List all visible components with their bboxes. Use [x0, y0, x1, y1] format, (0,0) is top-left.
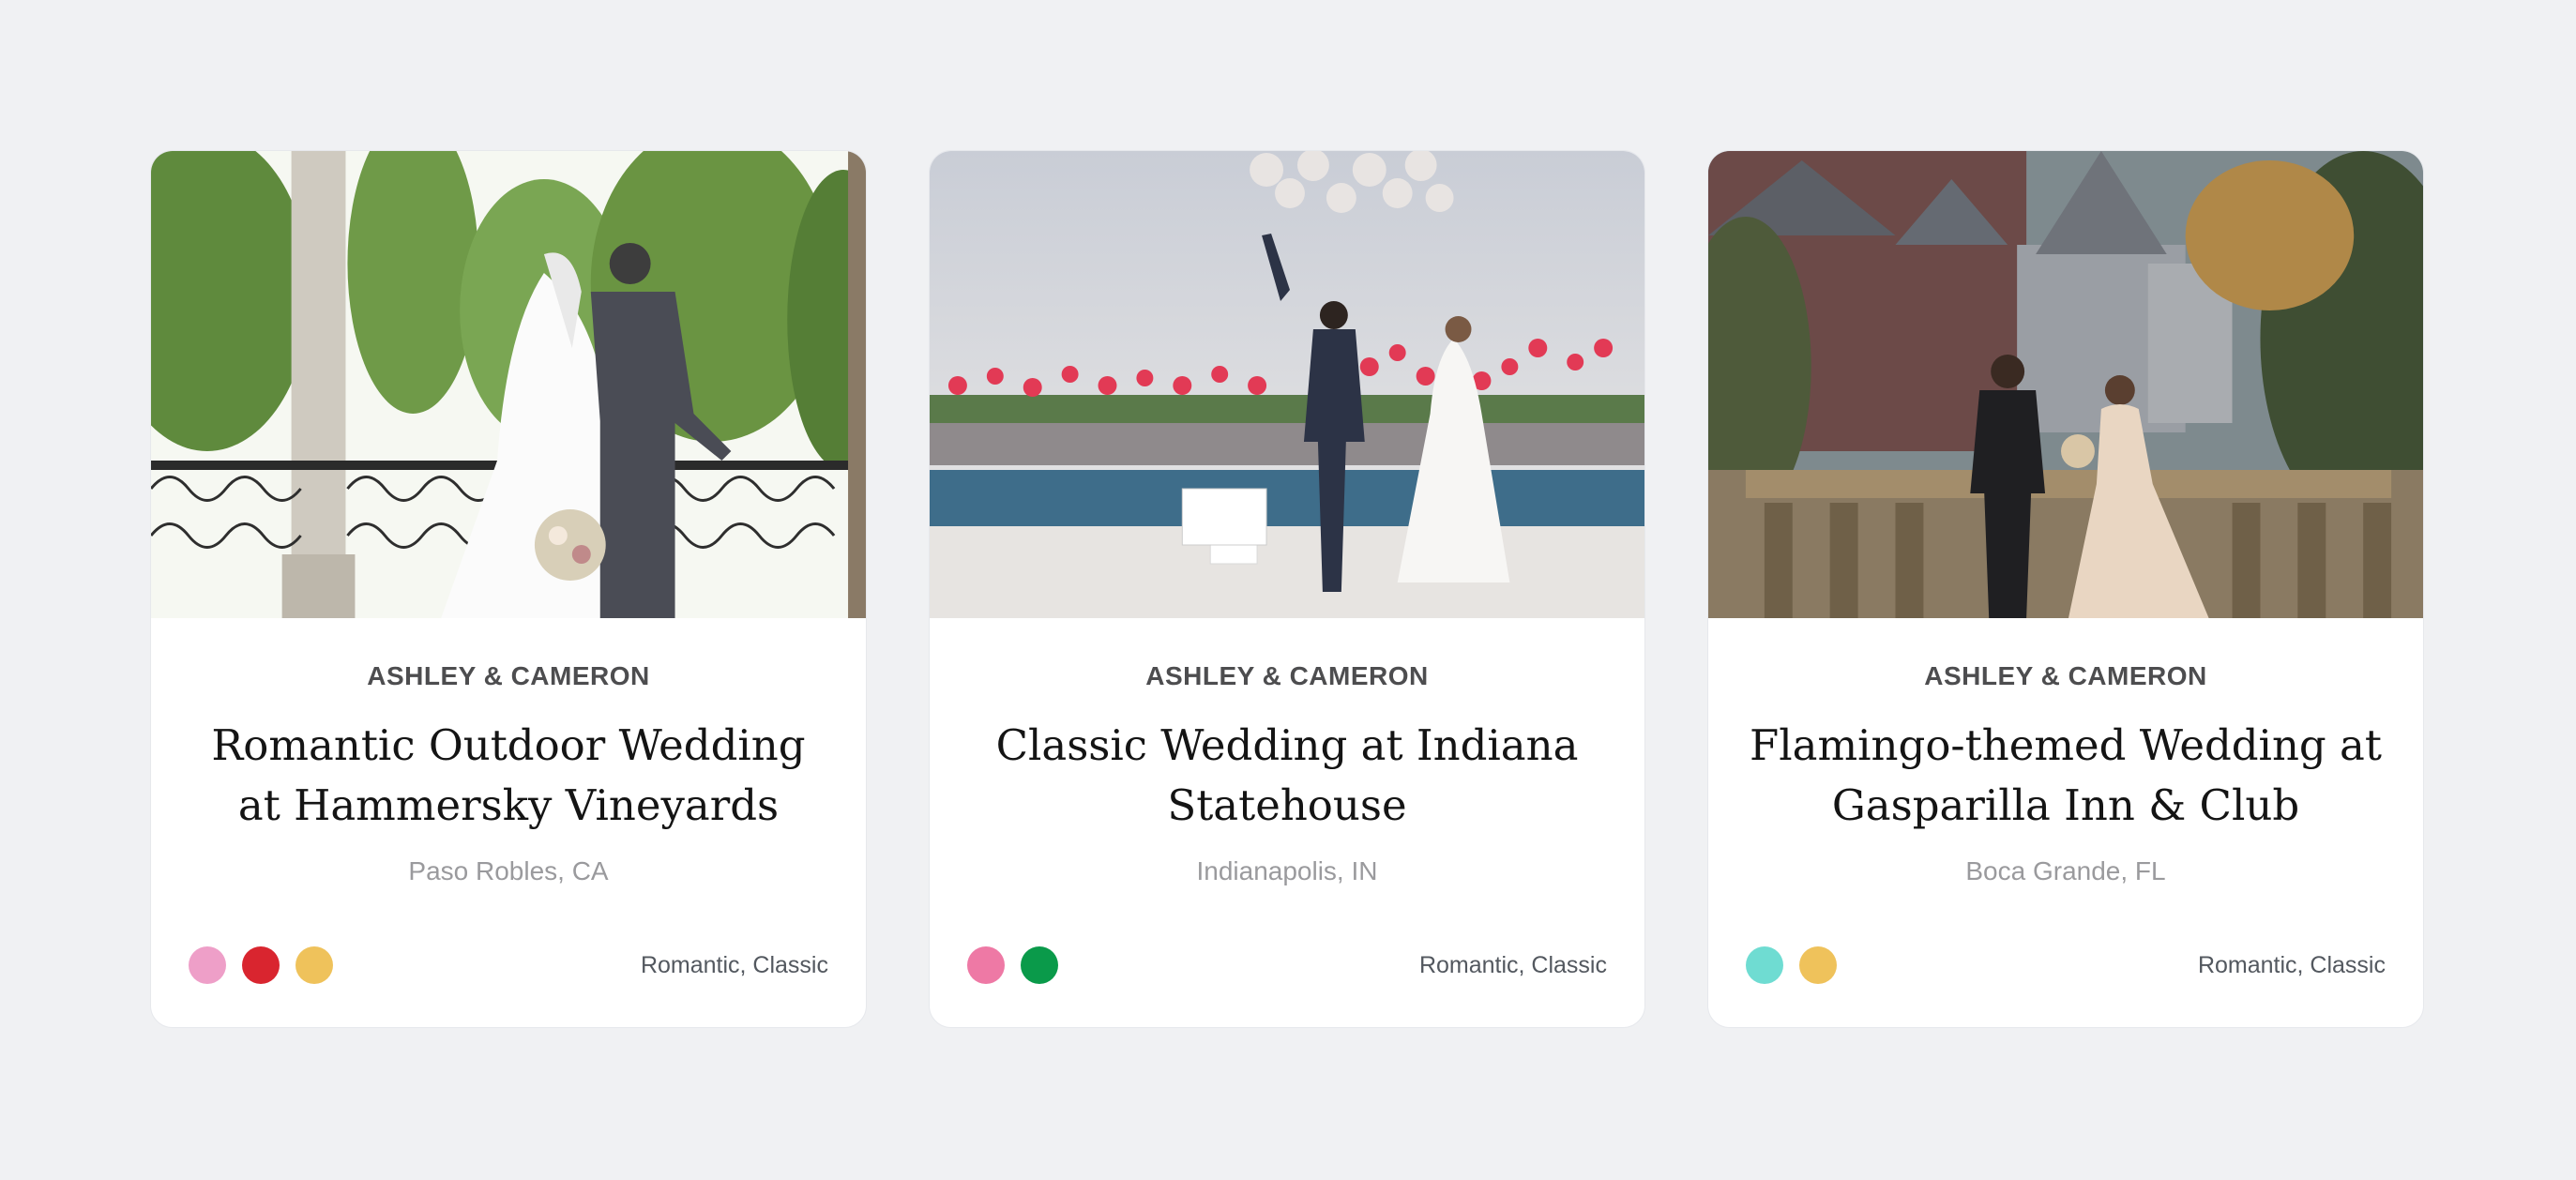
poolside-balloons-photo — [930, 151, 1644, 618]
card-footer: Romantic, Classic — [967, 946, 1607, 984]
style-tags: Romantic, Classic — [640, 951, 828, 978]
wedding-card[interactable]: ASHLEY & CAMERON Flamingo-themed Wedding… — [1707, 150, 2424, 1028]
couple-name: ASHLEY & CAMERON — [1145, 661, 1429, 690]
wedding-location: Paso Robles, CA — [408, 856, 609, 885]
wedding-title[interactable]: Romantic Outdoor Wedding at Hammersky Vi… — [189, 716, 828, 836]
color-palette — [189, 946, 333, 984]
card-footer: Romantic, Classic — [189, 946, 828, 984]
wedding-card[interactable]: ASHLEY & CAMERON Romantic Outdoor Weddin… — [150, 150, 867, 1028]
color-swatch — [189, 946, 226, 984]
card-footer: Romantic, Classic — [1746, 946, 2386, 984]
wedding-card[interactable]: ASHLEY & CAMERON Classic Wedding at Indi… — [929, 150, 1645, 1028]
castle-terrace-photo — [1708, 151, 2423, 618]
color-swatch — [295, 946, 333, 984]
color-swatch — [1746, 946, 1783, 984]
color-swatch — [967, 946, 1005, 984]
color-palette — [1746, 946, 1837, 984]
color-palette — [967, 946, 1058, 984]
wedding-title[interactable]: Flamingo-themed Wedding at Gasparilla In… — [1746, 716, 2386, 836]
color-swatch — [242, 946, 280, 984]
wedding-title[interactable]: Classic Wedding at Indiana Statehouse — [967, 716, 1607, 836]
style-tags: Romantic, Classic — [1418, 951, 1607, 978]
color-swatch — [1799, 946, 1837, 984]
balcony-wedding-photo — [151, 151, 866, 618]
couple-name: ASHLEY & CAMERON — [367, 661, 650, 690]
wedding-card-grid: ASHLEY & CAMERON Romantic Outdoor Weddin… — [150, 150, 2424, 1028]
wedding-location: Boca Grande, FL — [1965, 856, 2166, 885]
color-swatch — [1021, 946, 1058, 984]
wedding-location: Indianapolis, IN — [1196, 856, 1378, 885]
style-tags: Romantic, Classic — [2197, 951, 2386, 978]
couple-name: ASHLEY & CAMERON — [1924, 661, 2207, 690]
